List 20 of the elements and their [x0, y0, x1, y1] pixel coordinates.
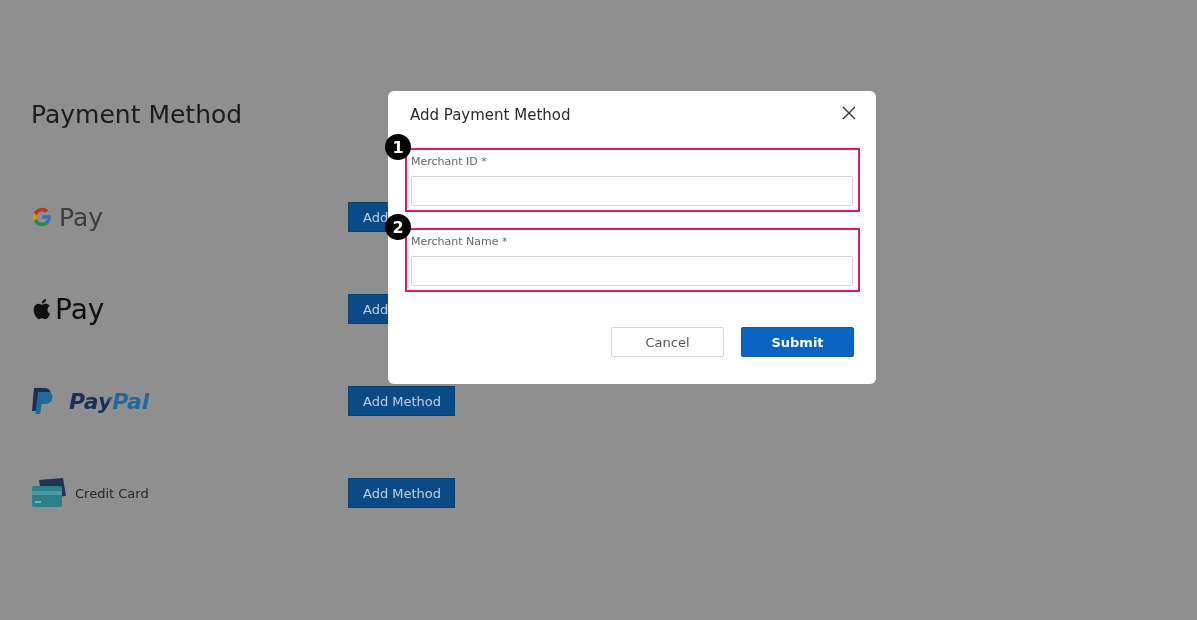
input-field[interactable] — [411, 256, 853, 286]
google-g-icon — [31, 206, 53, 228]
step-marker: 1 — [385, 134, 411, 160]
field-label: Merchant Name * — [411, 235, 509, 249]
paypal-p-icon — [31, 387, 55, 415]
close-button[interactable] — [840, 104, 858, 122]
apple-icon — [31, 297, 51, 321]
add-method-button[interactable]: Add Method — [348, 478, 455, 508]
page-title: Payment Method — [31, 99, 243, 131]
input-field[interactable] — [411, 176, 853, 206]
add-method-button[interactable]: Add Method — [348, 386, 455, 416]
credit-card-label: Credit Card — [75, 485, 149, 501]
cancel-button[interactable]: Cancel — [611, 327, 724, 357]
pay-logo-text: Pay — [55, 292, 105, 326]
credit-cards-icon — [31, 477, 67, 509]
submit-button[interactable]: Submit — [741, 327, 854, 357]
pay-logo-text: Pay — [59, 202, 104, 232]
close-icon — [842, 106, 856, 120]
field-label: Merchant ID * — [411, 155, 488, 169]
dialog-title: Add Payment Method — [410, 106, 571, 124]
